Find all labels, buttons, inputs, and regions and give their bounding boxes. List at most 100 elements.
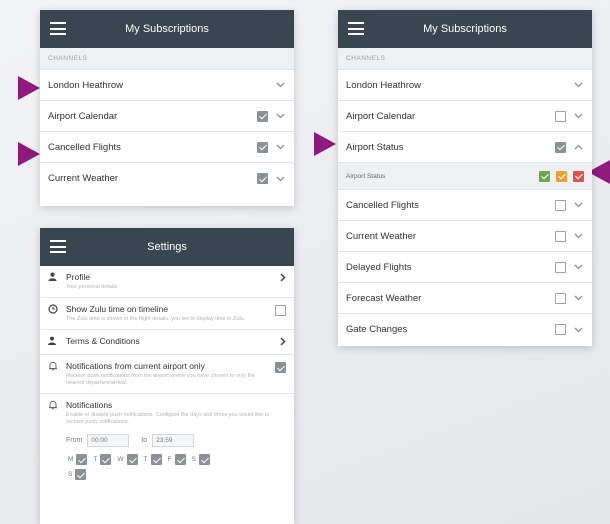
channel-row-airport-calendar[interactable]: Airport Calendar [338, 101, 592, 132]
day-toggle[interactable]: M [68, 454, 88, 465]
channel-row-cancelled-flights[interactable]: Cancelled Flights [338, 190, 592, 221]
weekday-selector: M T W T F S S [66, 454, 286, 480]
day-toggle[interactable]: W [117, 454, 138, 465]
day-checkbox[interactable] [198, 454, 210, 465]
channel-label: Forecast Weather [346, 292, 422, 304]
channel-row-cancelled-flights[interactable]: Cancelled Flights [40, 132, 294, 163]
subscribe-checkbox[interactable] [555, 261, 566, 273]
chevron-down-icon[interactable] [572, 200, 584, 210]
chevron-down-icon[interactable] [572, 262, 584, 272]
section-header-channels: CHANNELS [338, 48, 592, 70]
menu-icon[interactable] [348, 22, 364, 35]
highlight-arrow-airport-status [314, 132, 336, 156]
chevron-right-icon[interactable] [272, 336, 286, 348]
zulu-time-checkbox[interactable] [275, 305, 286, 316]
settings-row-profile[interactable]: Profile Your personal details [40, 266, 294, 298]
channel-label: Cancelled Flights [346, 199, 419, 211]
day-checkbox[interactable] [174, 454, 186, 465]
day-label: S [68, 471, 73, 478]
subscribe-checkbox[interactable] [257, 141, 268, 153]
subscribe-checkbox[interactable] [555, 324, 566, 335]
channel-label: London Heathrow [346, 79, 421, 91]
subscribe-checkbox[interactable] [555, 292, 566, 304]
settings-row-terms[interactable]: Terms & Conditions [40, 330, 294, 355]
channel-row-london-heathrow[interactable]: London Heathrow [40, 70, 294, 101]
channel-row-current-weather[interactable]: Current Weather [40, 163, 294, 194]
channel-row-forecast-weather[interactable]: Forecast Weather [338, 283, 592, 314]
day-toggle[interactable]: T [93, 454, 112, 465]
chevron-down-icon[interactable] [572, 231, 584, 241]
channel-row-delayed-flights[interactable]: Delayed Flights [338, 252, 592, 283]
setting-title: Notifications [66, 400, 113, 410]
chevron-down-icon[interactable] [274, 111, 286, 121]
chevron-down-icon[interactable] [572, 293, 584, 303]
chevron-down-icon[interactable] [274, 80, 286, 90]
subscribe-checkbox[interactable] [555, 110, 566, 122]
channel-row-airport-calendar[interactable]: Airport Calendar [40, 101, 294, 132]
day-checkbox[interactable] [100, 454, 112, 465]
airport-status-subrow: Airport Status [338, 163, 592, 190]
day-label: S [191, 456, 196, 463]
subscribe-checkbox[interactable] [257, 110, 268, 122]
channel-row-gate-changes[interactable]: Gate Changes [338, 314, 592, 345]
current-airport-checkbox[interactable] [275, 362, 286, 373]
day-toggle[interactable]: S [68, 469, 286, 480]
chevron-down-icon[interactable] [274, 142, 286, 152]
subscribe-checkbox[interactable] [257, 173, 268, 184]
menu-icon[interactable] [50, 22, 66, 35]
subscribe-checkbox[interactable] [555, 141, 566, 153]
channel-label: Gate Changes [346, 324, 408, 335]
status-red-checkbox[interactable] [573, 170, 584, 182]
day-toggle[interactable]: T [144, 454, 162, 465]
channel-row-current-weather[interactable]: Current Weather [338, 221, 592, 252]
page-title: My Subscriptions [423, 23, 507, 35]
day-checkbox[interactable] [150, 454, 162, 465]
chevron-down-icon[interactable] [274, 174, 286, 184]
channel-label: Delayed Flights [346, 261, 412, 273]
section-header-channels: CHANNELS [40, 48, 294, 70]
chevron-right-icon[interactable] [272, 272, 286, 291]
day-label: T [143, 456, 148, 463]
subscriptions-panel-expanded: My Subscriptions CHANNELS London Heathro… [338, 10, 592, 346]
day-toggle[interactable]: S [192, 454, 210, 465]
clock-icon [48, 304, 66, 323]
channel-label: Current Weather [48, 173, 119, 184]
day-checkbox[interactable] [126, 454, 138, 465]
settings-row-notifications-current-airport[interactable]: Notifications from current airport only … [40, 355, 294, 394]
day-label: W [117, 456, 124, 463]
from-time-input[interactable]: 00:00 [87, 434, 130, 447]
chevron-down-icon[interactable] [572, 325, 584, 335]
setting-title: Show Zulu time on timeline [66, 304, 169, 314]
highlight-arrow-london-heathrow [18, 76, 40, 100]
day-checkbox[interactable] [76, 454, 88, 465]
channel-row-london-heathrow[interactable]: London Heathrow [338, 70, 592, 101]
channel-label: Airport Calendar [48, 110, 118, 122]
chevron-down-icon[interactable] [572, 111, 584, 121]
setting-description: Receive push notifications from the airp… [66, 373, 256, 386]
subscribe-checkbox[interactable] [555, 230, 566, 242]
channel-label: Airport Status [346, 141, 404, 153]
status-green-checkbox[interactable] [539, 170, 550, 182]
day-toggle[interactable]: F [168, 454, 186, 465]
subscriptions-panel-small: My Subscriptions CHANNELS London Heathro… [40, 10, 294, 206]
person-icon [48, 272, 66, 291]
setting-title: Profile [66, 272, 91, 282]
setting-title: Notifications from current airport only [66, 361, 205, 371]
chevron-up-icon[interactable] [572, 142, 584, 152]
status-yellow-checkbox[interactable] [556, 170, 567, 182]
setting-description: Enable or disable push notifications. Co… [66, 412, 270, 425]
channel-row-airport-status[interactable]: Airport Status [338, 132, 592, 163]
settings-row-zulu-time[interactable]: Show Zulu time on timeline The Zulu time… [40, 298, 294, 330]
day-label: T [93, 456, 98, 463]
day-checkbox[interactable] [75, 469, 87, 480]
menu-icon[interactable] [50, 240, 66, 253]
setting-title: Terms & Conditions [66, 336, 140, 346]
people-icon [48, 336, 66, 348]
app-header: My Subscriptions [338, 10, 592, 48]
settings-row-notifications[interactable]: Notifications Enable or disable push not… [40, 394, 294, 486]
from-label: From [66, 437, 83, 444]
chevron-down-icon[interactable] [572, 80, 584, 90]
subscribe-checkbox[interactable] [555, 199, 566, 211]
to-time-input[interactable]: 23:59 [152, 434, 195, 447]
day-label: M [68, 456, 74, 463]
